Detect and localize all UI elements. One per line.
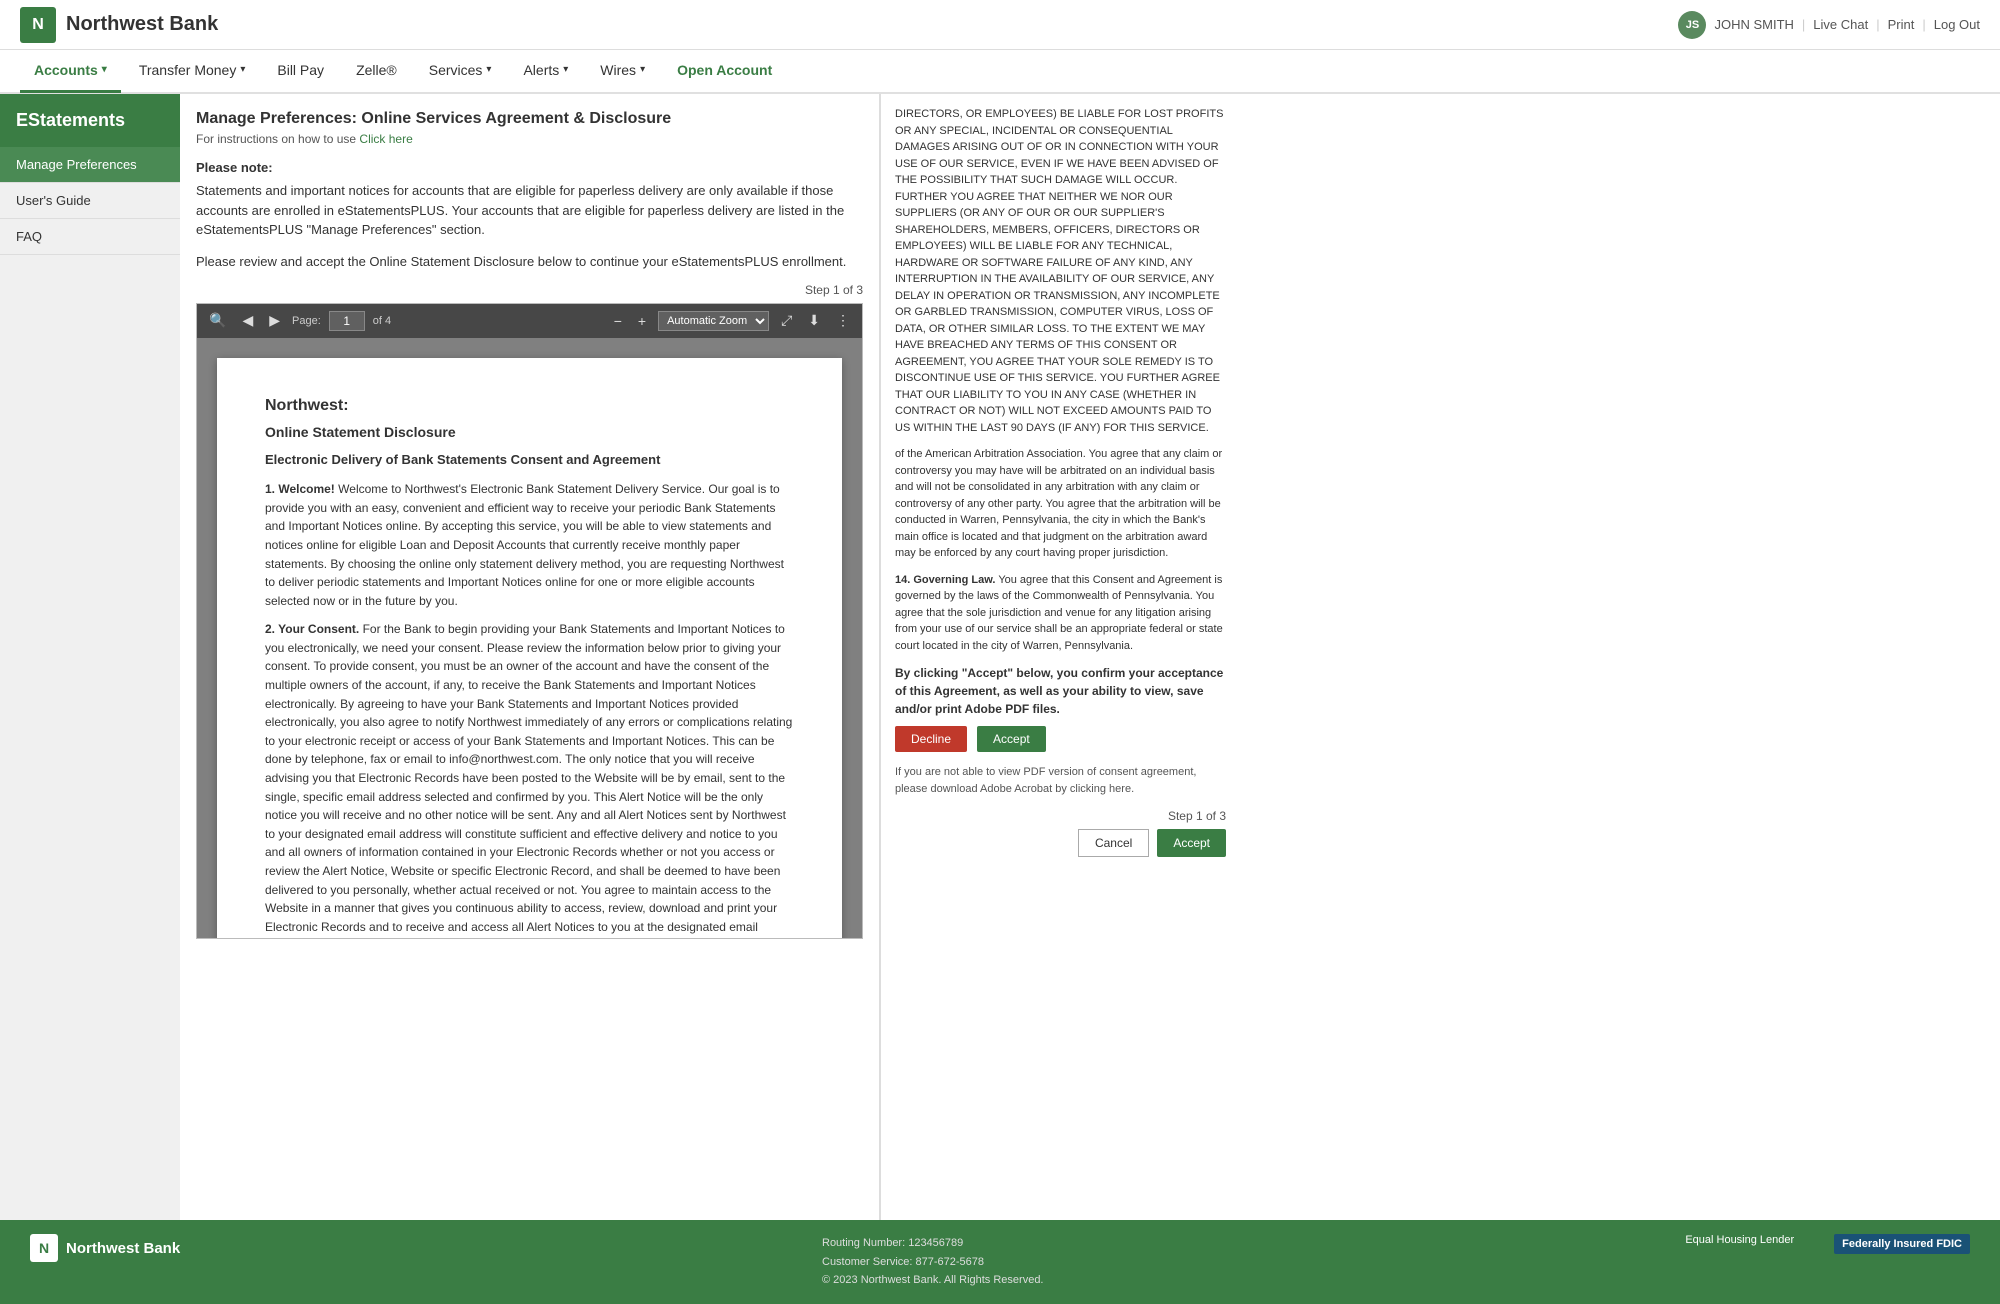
action-buttons: Decline Accept: [895, 726, 1226, 752]
pdf-section1-title: 1. Welcome!: [265, 482, 335, 496]
pdf-content: Northwest: Online Statement Disclosure E…: [197, 338, 862, 938]
chevron-down-icon: ▾: [486, 64, 491, 75]
adobe-note: If you are not able to view PDF version …: [895, 764, 1226, 797]
bank-logo-icon: N: [20, 7, 56, 43]
nav-item-open-account[interactable]: Open Account: [663, 49, 786, 93]
pdf-viewer: 🔍 ◀ ▶ Page: of 4 − + Automatic Zoom ⤢ ⬇ …: [196, 303, 863, 939]
footer-logo: N Northwest Bank: [30, 1234, 180, 1262]
adobe-link[interactable]: here: [1109, 783, 1131, 795]
equal-housing-label: Equal Housing Lender: [1685, 1234, 1794, 1246]
doc-panel: Manage Preferences: Online Services Agre…: [180, 94, 880, 1220]
next-page-button[interactable]: ▶: [265, 310, 284, 331]
section-heading: Manage Preferences: Online Services Agre…: [196, 110, 863, 128]
pdf-section2: 2. Your Consent. For the Bank to begin p…: [265, 620, 794, 937]
live-chat-link[interactable]: Live Chat: [1813, 17, 1868, 32]
fdic-badge: Federally Insured FDIC: [1834, 1234, 1970, 1254]
separator: |: [1876, 17, 1879, 32]
sidebar-item-faq[interactable]: FAQ: [0, 219, 180, 255]
bottom-btn-row: Cancel Accept: [895, 829, 1226, 857]
print-link[interactable]: Print: [1888, 17, 1915, 32]
expand-icon[interactable]: ⤢: [777, 310, 796, 331]
separator: |: [1802, 17, 1805, 32]
footer-right: Equal Housing Lender Federally Insured F…: [1685, 1234, 1970, 1254]
sidebar-item-users-guide[interactable]: User's Guide: [0, 183, 180, 219]
customer-service: Customer Service: 877-672-5678: [822, 1253, 1044, 1272]
routing-number: Routing Number: 123456789: [822, 1234, 1044, 1253]
user-name[interactable]: JOHN SMITH: [1714, 17, 1793, 32]
legal-heading14: 14. Governing Law.: [895, 574, 995, 586]
legal-para14-lead: of the American Arbitration Association.…: [895, 446, 1226, 562]
please-note-label: Please note:: [196, 160, 863, 175]
more-options-icon[interactable]: ⋮: [832, 310, 854, 331]
pdf-section2-title: 2. Your Consent.: [265, 622, 359, 636]
nav-item-alerts[interactable]: Alerts ▾: [509, 49, 582, 93]
cancel-button[interactable]: Cancel: [1078, 829, 1149, 857]
page-number-input[interactable]: [329, 311, 365, 331]
pdf-heading3: Electronic Delivery of Bank Statements C…: [265, 450, 794, 470]
footer-info: Routing Number: 123456789 Customer Servi…: [822, 1234, 1044, 1290]
accept-button[interactable]: Accept: [977, 726, 1046, 752]
chevron-down-icon: ▾: [563, 64, 568, 75]
sidebar-item-manage-preferences[interactable]: Manage Preferences: [0, 147, 180, 183]
zoom-out-button[interactable]: −: [610, 311, 626, 331]
sidebar: EStatements Manage Preferences User's Gu…: [0, 94, 180, 1220]
nav-item-wires[interactable]: Wires ▾: [586, 49, 659, 93]
content-area: Manage Preferences: Online Services Agre…: [180, 94, 2000, 1220]
pdf-section1: 1. Welcome! Welcome to Northwest's Elect…: [265, 480, 794, 610]
confirm-text: By clicking "Accept" below, you confirm …: [895, 664, 1226, 718]
footer-logo-icon: N: [30, 1234, 58, 1262]
logout-link[interactable]: Log Out: [1934, 17, 1980, 32]
note-text: Statements and important notices for acc…: [196, 181, 863, 240]
nav-item-transfer-money[interactable]: Transfer Money ▾: [125, 49, 260, 93]
subtitle: For instructions on how to use Click her…: [196, 132, 863, 146]
page-title: EStatements: [0, 94, 180, 147]
nav-item-services[interactable]: Services ▾: [415, 49, 506, 93]
click-here-link[interactable]: Click here: [359, 132, 412, 146]
copyright: © 2023 Northwest Bank. All Rights Reserv…: [822, 1271, 1044, 1290]
decline-button[interactable]: Decline: [895, 726, 967, 752]
legal-step-indicator: Step 1 of 3: [895, 807, 1226, 825]
page-total: of 4: [373, 315, 391, 327]
pdf-toolbar: 🔍 ◀ ▶ Page: of 4 − + Automatic Zoom ⤢ ⬇ …: [197, 304, 862, 338]
sidebar-menu: Manage Preferences User's Guide FAQ: [0, 147, 180, 255]
chevron-down-icon: ▾: [640, 64, 645, 75]
user-avatar: JS: [1678, 11, 1706, 39]
pdf-section2-body: For the Bank to begin providing your Ban…: [265, 622, 792, 937]
page-label: Page:: [292, 315, 321, 327]
search-icon[interactable]: 🔍: [205, 310, 230, 331]
main-container: EStatements Manage Preferences User's Gu…: [0, 94, 2000, 1220]
final-accept-button[interactable]: Accept: [1157, 829, 1226, 857]
zoom-select[interactable]: Automatic Zoom: [658, 311, 769, 331]
download-icon[interactable]: ⬇: [804, 310, 824, 331]
prev-page-button[interactable]: ◀: [238, 310, 257, 331]
zoom-in-button[interactable]: +: [634, 311, 650, 331]
nav-item-bill-pay[interactable]: Bill Pay: [263, 49, 338, 93]
footer: N Northwest Bank Routing Number: 1234567…: [0, 1220, 2000, 1304]
footer-bank-name: Northwest Bank: [66, 1240, 180, 1257]
logo-area: N Northwest Bank: [20, 7, 218, 43]
bank-name: Northwest Bank: [66, 13, 218, 36]
pdf-title: Northwest:: [265, 394, 794, 419]
header-right: JS JOHN SMITH | Live Chat | Print | Log …: [1678, 11, 1980, 39]
chevron-down-icon: ▾: [102, 64, 107, 75]
header: N Northwest Bank JS JOHN SMITH | Live Ch…: [0, 0, 2000, 50]
legal-para14-body: 14. Governing Law. You agree that this C…: [895, 572, 1226, 655]
step-indicator: Step 1 of 3: [196, 283, 863, 297]
main-nav: Accounts ▾ Transfer Money ▾ Bill Pay Zel…: [0, 50, 2000, 94]
nav-item-accounts[interactable]: Accounts ▾: [20, 49, 121, 93]
legal-panel: DIRECTORS, OR EMPLOYEES) BE LIABLE FOR L…: [880, 94, 1240, 1220]
separator: |: [1922, 17, 1925, 32]
pdf-page: Northwest: Online Statement Disclosure E…: [217, 358, 842, 938]
pdf-subtitle: Online Statement Disclosure: [265, 422, 794, 444]
review-text: Please review and accept the Online Stat…: [196, 254, 863, 269]
nav-item-zelle[interactable]: Zelle®: [342, 49, 411, 93]
chevron-down-icon: ▾: [240, 64, 245, 75]
legal-para1: DIRECTORS, OR EMPLOYEES) BE LIABLE FOR L…: [895, 106, 1226, 436]
pdf-section1-body: Welcome to Northwest's Electronic Bank S…: [265, 482, 784, 608]
